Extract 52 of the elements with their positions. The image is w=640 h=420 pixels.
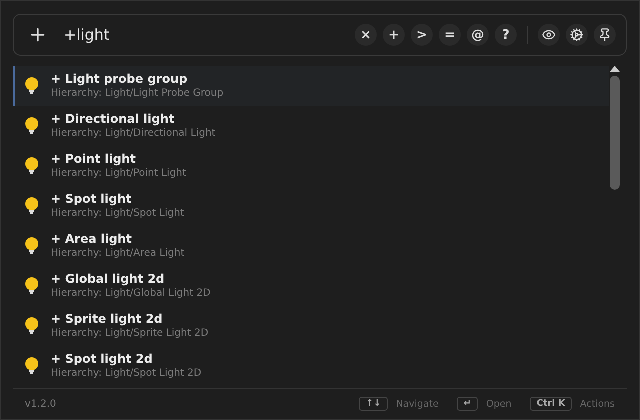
- result-path: Hierarchy: Light/Point Light: [51, 167, 186, 180]
- result-item[interactable]: + Spot light Hierarchy: Light/Spot Light: [13, 186, 609, 226]
- light-bulb-icon: [25, 157, 39, 175]
- result-path: Hierarchy: Light/Sprite Light 2D: [51, 327, 209, 340]
- result-title: + Global light 2d: [51, 272, 166, 287]
- filter-button[interactable]: ?: [495, 24, 517, 46]
- result-path: Hierarchy: Light/Area Light: [51, 247, 185, 260]
- result-path: Hierarchy: Light/Spot Light: [51, 207, 184, 220]
- result-item[interactable]: + Light probe group Hierarchy: Light/Light Probe Group: [13, 66, 609, 106]
- result-item[interactable]: + Directional light Hierarchy: Light/Directional Light: [13, 106, 609, 146]
- result-path: Hierarchy: Light/Spot Light 2D: [51, 367, 202, 380]
- light-bulb-icon: [25, 197, 39, 215]
- search-field[interactable]: +light: [64, 22, 349, 48]
- result-title: + Area light: [51, 232, 133, 247]
- result-item[interactable]: + Area light Hierarchy: Light/Area Light: [13, 226, 609, 266]
- pin-icon[interactable]: [594, 24, 616, 46]
- filter-button[interactable]: @: [467, 24, 489, 46]
- filter-button[interactable]: >: [411, 24, 433, 46]
- result-item[interactable]: + Point light Hierarchy: Light/Point Light: [13, 146, 609, 186]
- shortcut-key: ↵: [456, 397, 478, 411]
- shortcut-label: Actions: [580, 398, 615, 410]
- result-item[interactable]: + Spot light 2d Hierarchy: Light/Spot Light 2D: [13, 346, 609, 386]
- result-title: + Light probe group: [51, 72, 189, 87]
- filter-button[interactable]: =: [439, 24, 461, 46]
- settings-icon[interactable]: [566, 24, 588, 46]
- scrollbar-thumb[interactable]: [610, 76, 620, 190]
- light-bulb-icon: [25, 357, 39, 375]
- light-bulb-icon: [25, 237, 39, 255]
- shortcut-key: ↑↓: [359, 397, 388, 411]
- result-title: + Sprite light 2d: [51, 312, 164, 327]
- light-bulb-icon: [25, 317, 39, 335]
- result-item[interactable]: + Global light 2d Hierarchy: Light/Global Light 2D: [13, 266, 609, 306]
- result-item[interactable]: + Sprite light 2d Hierarchy: Light/Sprite Light 2D: [13, 306, 609, 346]
- shortcut-label: Open: [486, 398, 512, 410]
- scroll-up-icon[interactable]: [610, 66, 620, 72]
- light-bulb-icon: [25, 77, 39, 95]
- eye-icon[interactable]: [538, 24, 560, 46]
- result-title: + Point light: [51, 152, 137, 167]
- light-bulb-icon: [25, 117, 39, 135]
- version-label: v1.2.0: [25, 398, 58, 410]
- result-path: Hierarchy: Light/Directional Light: [51, 127, 216, 140]
- filter-button[interactable]: ×: [355, 24, 377, 46]
- result-path: Hierarchy: Light/Light Probe Group: [51, 87, 224, 100]
- shortcut-label: Navigate: [396, 398, 439, 410]
- filter-button[interactable]: +: [383, 24, 405, 46]
- result-title: + Directional light: [51, 112, 176, 127]
- result-path: Hierarchy: Light/Global Light 2D: [51, 287, 211, 300]
- result-title: + Spot light: [51, 192, 133, 207]
- shortcut-key: Ctrl K: [530, 397, 572, 411]
- search-bar[interactable]: +light × + > = @ ?: [13, 14, 627, 56]
- light-bulb-icon: [25, 277, 39, 295]
- result-title: + Spot light 2d: [51, 352, 154, 367]
